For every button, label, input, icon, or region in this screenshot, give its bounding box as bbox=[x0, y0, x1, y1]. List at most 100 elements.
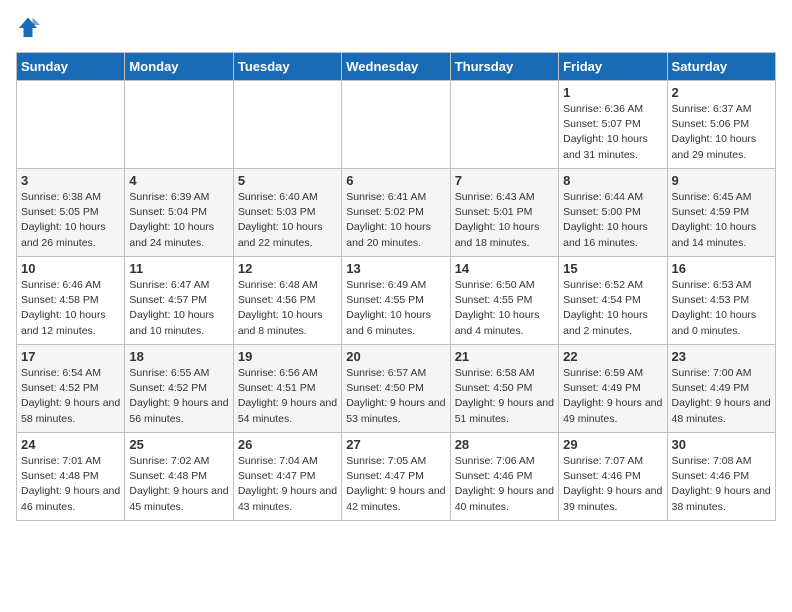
day-number: 5 bbox=[238, 173, 337, 188]
logo-icon bbox=[16, 16, 40, 40]
calendar-cell bbox=[450, 81, 558, 169]
day-number: 19 bbox=[238, 349, 337, 364]
calendar-cell: 16 Sunrise: 6:53 AM Sunset: 4:53 PM Dayli… bbox=[667, 257, 775, 345]
day-number: 2 bbox=[672, 85, 771, 100]
calendar-cell: 24 Sunrise: 7:01 AM Sunset: 4:48 PM Dayli… bbox=[17, 433, 125, 521]
day-number: 3 bbox=[21, 173, 120, 188]
day-info: Sunrise: 6:43 AM Sunset: 5:01 PM Dayligh… bbox=[455, 190, 554, 251]
day-number: 8 bbox=[563, 173, 662, 188]
calendar-cell: 17 Sunrise: 6:54 AM Sunset: 4:52 PM Dayli… bbox=[17, 345, 125, 433]
weekday-header-wednesday: Wednesday bbox=[342, 53, 450, 81]
day-info: Sunrise: 6:46 AM Sunset: 4:58 PM Dayligh… bbox=[21, 278, 120, 339]
day-info: Sunrise: 7:02 AM Sunset: 4:48 PM Dayligh… bbox=[129, 454, 228, 515]
day-info: Sunrise: 6:40 AM Sunset: 5:03 PM Dayligh… bbox=[238, 190, 337, 251]
day-info: Sunrise: 6:47 AM Sunset: 4:57 PM Dayligh… bbox=[129, 278, 228, 339]
calendar-cell: 9 Sunrise: 6:45 AM Sunset: 4:59 PM Daylig… bbox=[667, 169, 775, 257]
day-number: 7 bbox=[455, 173, 554, 188]
calendar-cell: 22 Sunrise: 6:59 AM Sunset: 4:49 PM Dayli… bbox=[559, 345, 667, 433]
day-number: 27 bbox=[346, 437, 445, 452]
calendar-cell: 10 Sunrise: 6:46 AM Sunset: 4:58 PM Dayli… bbox=[17, 257, 125, 345]
day-info: Sunrise: 6:41 AM Sunset: 5:02 PM Dayligh… bbox=[346, 190, 445, 251]
day-info: Sunrise: 6:53 AM Sunset: 4:53 PM Dayligh… bbox=[672, 278, 771, 339]
calendar-cell: 1Sunrise: 6:36 AM Sunset: 5:07 PM Daylig… bbox=[559, 81, 667, 169]
calendar-cell: 19 Sunrise: 6:56 AM Sunset: 4:51 PM Dayli… bbox=[233, 345, 341, 433]
day-info: Sunrise: 6:52 AM Sunset: 4:54 PM Dayligh… bbox=[563, 278, 662, 339]
page-header bbox=[16, 16, 776, 40]
calendar-cell: 13 Sunrise: 6:49 AM Sunset: 4:55 PM Dayli… bbox=[342, 257, 450, 345]
day-info: Sunrise: 6:57 AM Sunset: 4:50 PM Dayligh… bbox=[346, 366, 445, 427]
day-number: 23 bbox=[672, 349, 771, 364]
calendar-cell: 11 Sunrise: 6:47 AM Sunset: 4:57 PM Dayli… bbox=[125, 257, 233, 345]
day-number: 28 bbox=[455, 437, 554, 452]
day-number: 29 bbox=[563, 437, 662, 452]
day-info: Sunrise: 6:56 AM Sunset: 4:51 PM Dayligh… bbox=[238, 366, 337, 427]
day-number: 17 bbox=[21, 349, 120, 364]
day-info: Sunrise: 7:05 AM Sunset: 4:47 PM Dayligh… bbox=[346, 454, 445, 515]
day-number: 16 bbox=[672, 261, 771, 276]
calendar-cell: 4 Sunrise: 6:39 AM Sunset: 5:04 PM Daylig… bbox=[125, 169, 233, 257]
day-number: 13 bbox=[346, 261, 445, 276]
calendar-cell: 29 Sunrise: 7:07 AM Sunset: 4:46 PM Dayli… bbox=[559, 433, 667, 521]
day-number: 25 bbox=[129, 437, 228, 452]
calendar-cell: 18 Sunrise: 6:55 AM Sunset: 4:52 PM Dayli… bbox=[125, 345, 233, 433]
day-number: 6 bbox=[346, 173, 445, 188]
day-info: Sunrise: 6:54 AM Sunset: 4:52 PM Dayligh… bbox=[21, 366, 120, 427]
calendar-cell: 30Sunrise: 7:08 AM Sunset: 4:46 PM Dayli… bbox=[667, 433, 775, 521]
day-info: Sunrise: 6:58 AM Sunset: 4:50 PM Dayligh… bbox=[455, 366, 554, 427]
day-number: 14 bbox=[455, 261, 554, 276]
day-info: Sunrise: 7:01 AM Sunset: 4:48 PM Dayligh… bbox=[21, 454, 120, 515]
calendar-cell bbox=[342, 81, 450, 169]
day-info: Sunrise: 7:04 AM Sunset: 4:47 PM Dayligh… bbox=[238, 454, 337, 515]
calendar-cell: 20 Sunrise: 6:57 AM Sunset: 4:50 PM Dayli… bbox=[342, 345, 450, 433]
calendar-cell: 7 Sunrise: 6:43 AM Sunset: 5:01 PM Daylig… bbox=[450, 169, 558, 257]
calendar-cell: 23 Sunrise: 7:00 AM Sunset: 4:49 PM Dayli… bbox=[667, 345, 775, 433]
calendar-cell bbox=[17, 81, 125, 169]
weekday-header-friday: Friday bbox=[559, 53, 667, 81]
calendar-cell: 3 Sunrise: 6:38 AM Sunset: 5:05 PM Daylig… bbox=[17, 169, 125, 257]
day-number: 18 bbox=[129, 349, 228, 364]
day-info: Sunrise: 6:59 AM Sunset: 4:49 PM Dayligh… bbox=[563, 366, 662, 427]
day-number: 22 bbox=[563, 349, 662, 364]
day-info: Sunrise: 6:44 AM Sunset: 5:00 PM Dayligh… bbox=[563, 190, 662, 251]
weekday-header-sunday: Sunday bbox=[17, 53, 125, 81]
day-number: 24 bbox=[21, 437, 120, 452]
calendar-cell: 27 Sunrise: 7:05 AM Sunset: 4:47 PM Dayli… bbox=[342, 433, 450, 521]
calendar-cell: 5 Sunrise: 6:40 AM Sunset: 5:03 PM Daylig… bbox=[233, 169, 341, 257]
calendar-cell: 2 Sunrise: 6:37 AM Sunset: 5:06 PM Daylig… bbox=[667, 81, 775, 169]
day-number: 12 bbox=[238, 261, 337, 276]
day-info: Sunrise: 6:48 AM Sunset: 4:56 PM Dayligh… bbox=[238, 278, 337, 339]
logo bbox=[16, 16, 44, 40]
calendar-cell: 12 Sunrise: 6:48 AM Sunset: 4:56 PM Dayli… bbox=[233, 257, 341, 345]
day-number: 11 bbox=[129, 261, 228, 276]
weekday-header-saturday: Saturday bbox=[667, 53, 775, 81]
day-info: Sunrise: 6:38 AM Sunset: 5:05 PM Dayligh… bbox=[21, 190, 120, 251]
calendar-cell: 8 Sunrise: 6:44 AM Sunset: 5:00 PM Daylig… bbox=[559, 169, 667, 257]
weekday-header-tuesday: Tuesday bbox=[233, 53, 341, 81]
calendar-cell: 28 Sunrise: 7:06 AM Sunset: 4:46 PM Dayli… bbox=[450, 433, 558, 521]
day-number: 20 bbox=[346, 349, 445, 364]
calendar-cell: 14 Sunrise: 6:50 AM Sunset: 4:55 PM Dayli… bbox=[450, 257, 558, 345]
day-info: Sunrise: 6:39 AM Sunset: 5:04 PM Dayligh… bbox=[129, 190, 228, 251]
day-info: Sunrise: 7:08 AM Sunset: 4:46 PM Dayligh… bbox=[672, 454, 771, 515]
day-number: 9 bbox=[672, 173, 771, 188]
calendar-cell: 6 Sunrise: 6:41 AM Sunset: 5:02 PM Daylig… bbox=[342, 169, 450, 257]
day-number: 10 bbox=[21, 261, 120, 276]
day-info: Sunrise: 6:49 AM Sunset: 4:55 PM Dayligh… bbox=[346, 278, 445, 339]
day-info: Sunrise: 6:50 AM Sunset: 4:55 PM Dayligh… bbox=[455, 278, 554, 339]
day-number: 26 bbox=[238, 437, 337, 452]
day-info: Sunrise: 7:00 AM Sunset: 4:49 PM Dayligh… bbox=[672, 366, 771, 427]
calendar-table: SundayMondayTuesdayWednesdayThursdayFrid… bbox=[16, 52, 776, 521]
day-info: Sunrise: 6:45 AM Sunset: 4:59 PM Dayligh… bbox=[672, 190, 771, 251]
weekday-header-monday: Monday bbox=[125, 53, 233, 81]
day-info: Sunrise: 6:55 AM Sunset: 4:52 PM Dayligh… bbox=[129, 366, 228, 427]
day-info: Sunrise: 6:37 AM Sunset: 5:06 PM Dayligh… bbox=[672, 102, 771, 163]
calendar-cell: 25 Sunrise: 7:02 AM Sunset: 4:48 PM Dayli… bbox=[125, 433, 233, 521]
calendar-cell bbox=[125, 81, 233, 169]
day-info: Sunrise: 7:07 AM Sunset: 4:46 PM Dayligh… bbox=[563, 454, 662, 515]
day-info: Sunrise: 7:06 AM Sunset: 4:46 PM Dayligh… bbox=[455, 454, 554, 515]
day-number: 15 bbox=[563, 261, 662, 276]
day-number: 21 bbox=[455, 349, 554, 364]
calendar-cell: 21 Sunrise: 6:58 AM Sunset: 4:50 PM Dayli… bbox=[450, 345, 558, 433]
calendar-cell bbox=[233, 81, 341, 169]
day-number: 4 bbox=[129, 173, 228, 188]
